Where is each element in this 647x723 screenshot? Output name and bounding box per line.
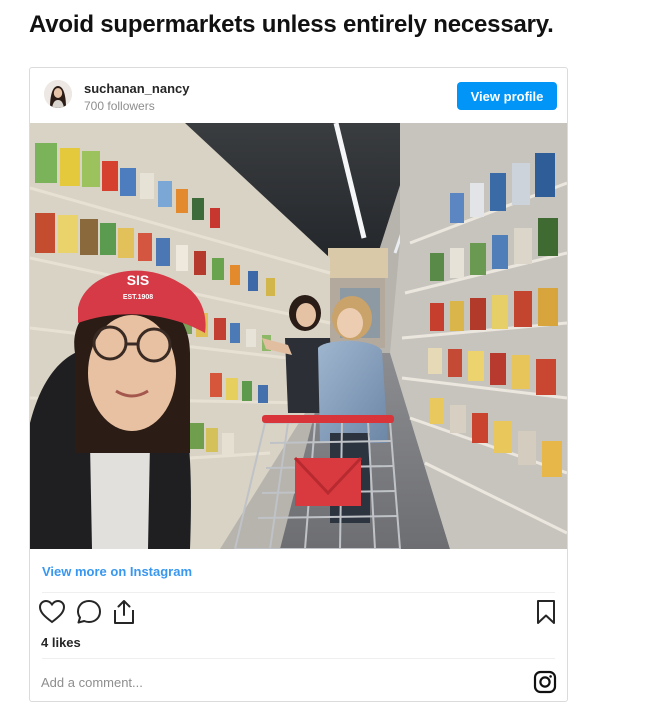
bookmark-icon[interactable] — [532, 598, 560, 626]
post-actions — [38, 598, 559, 628]
username[interactable]: suchanan_nancy — [84, 81, 190, 96]
view-more-on-instagram-link[interactable]: View more on Instagram — [42, 564, 192, 579]
view-profile-button[interactable]: View profile — [457, 82, 557, 110]
supermarket-selfie-image: SIS EST.1908 — [30, 123, 567, 549]
instagram-embed: suchanan_nancy 700 followers View profil… — [29, 67, 568, 702]
cap-logo-subtext: EST.1908 — [123, 294, 153, 301]
cap-logo-text: SIS — [127, 272, 150, 288]
article-headline: Avoid supermarkets unless entirely neces… — [29, 11, 554, 38]
avatar[interactable] — [44, 80, 72, 108]
instagram-icon[interactable] — [533, 670, 557, 694]
divider — [42, 592, 555, 593]
share-icon[interactable] — [110, 598, 138, 626]
divider — [42, 658, 555, 659]
post-photo[interactable]: SIS EST.1908 — [30, 123, 567, 549]
comment-icon[interactable] — [75, 598, 103, 626]
like-count: 4 likes — [41, 635, 81, 650]
add-comment-input[interactable]: Add a comment... — [41, 675, 143, 690]
heart-icon[interactable] — [38, 598, 66, 626]
embed-header: suchanan_nancy 700 followers View profil… — [30, 68, 567, 122]
follower-count: 700 followers — [84, 99, 155, 113]
